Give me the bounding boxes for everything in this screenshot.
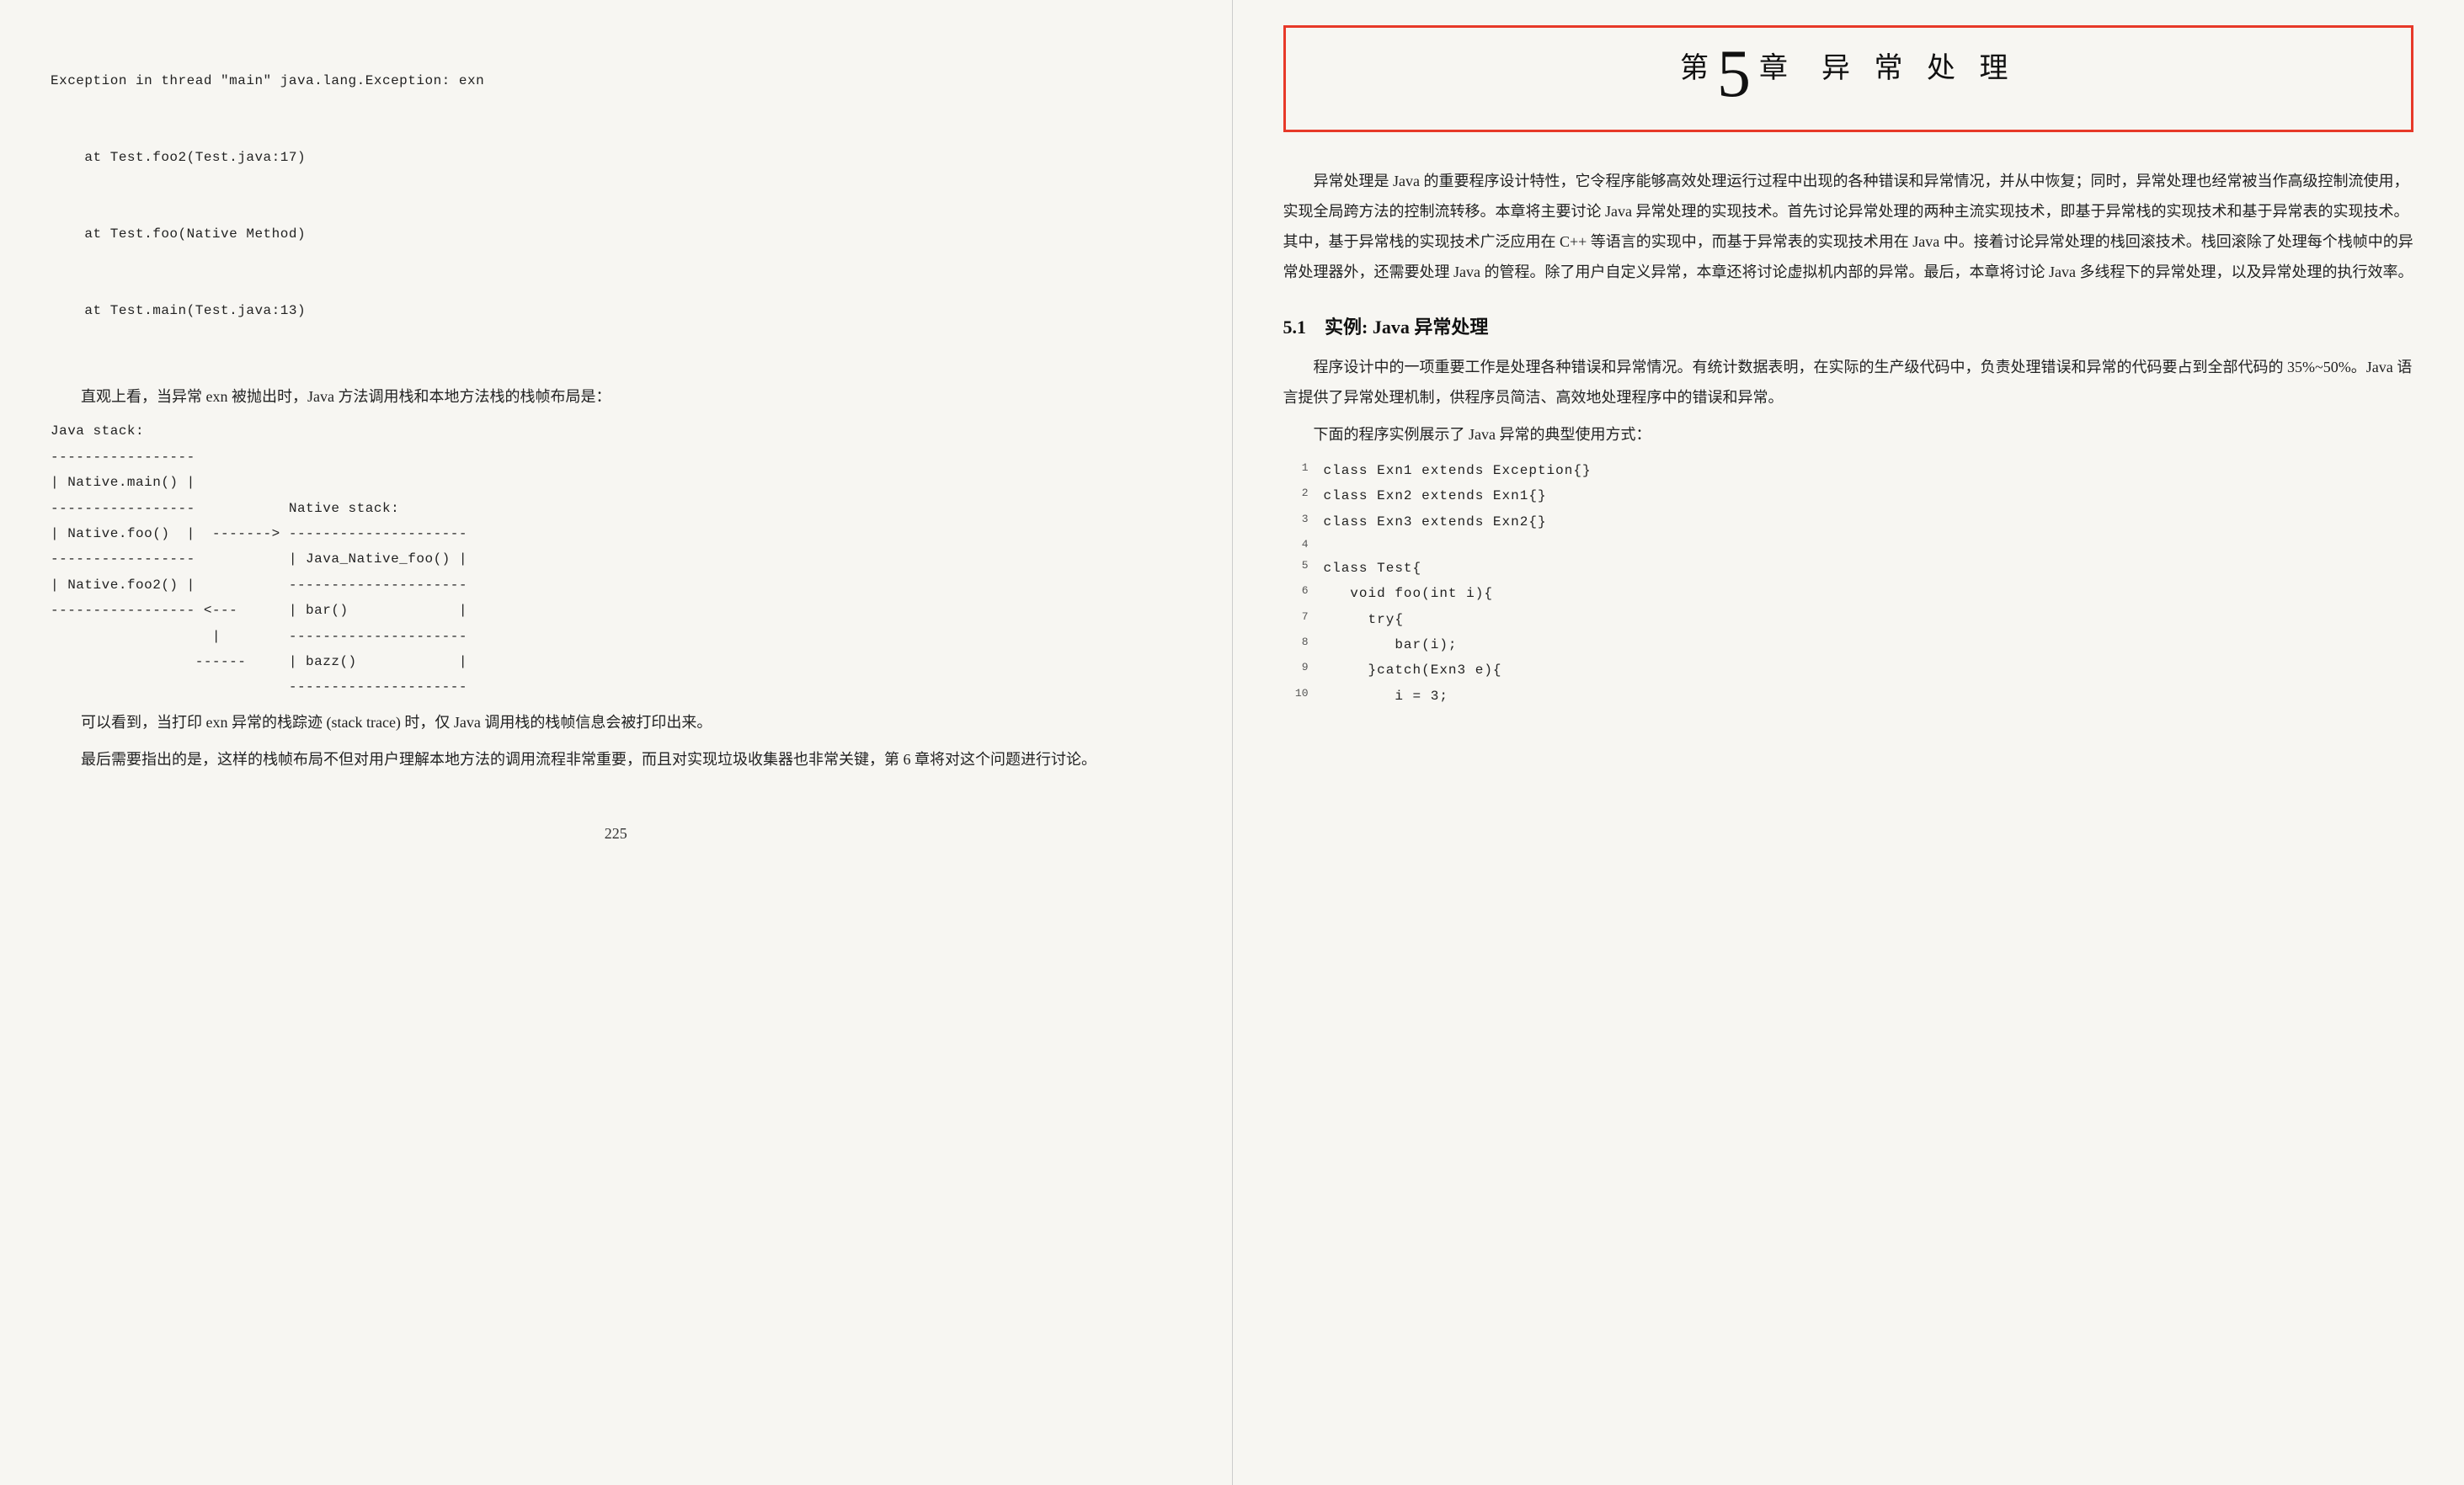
- book-spread: Exception in thread "main" java.lang.Exc…: [0, 0, 2464, 1485]
- code-line: 9 }catch(Exn3 e){: [1283, 657, 2414, 683]
- chapter-heading-box: 第 5 章 异 常 处 理: [1283, 25, 2414, 132]
- code-line: 2class Exn2 extends Exn1{}: [1283, 483, 2414, 508]
- code-line: 6 void foo(int i){: [1283, 581, 2414, 606]
- page-number: 225: [51, 825, 1181, 843]
- right-page: 第 5 章 异 常 处 理 异常处理是 Java 的重要程序设计特性，它令程序能…: [1233, 0, 2464, 1485]
- trace-line: at Test.main(Test.java:13): [51, 298, 1181, 323]
- section-heading: 5.1 实例: Java 异常处理: [1283, 312, 2414, 339]
- chapter-title: 异 常 处 理: [1821, 53, 2017, 84]
- intro-paragraph: 异常处理是 Java 的重要程序设计特性，它令程序能够高效处理运行过程中出现的各…: [1283, 166, 2414, 287]
- chapter-suffix: 章: [1759, 53, 1793, 84]
- paragraph: 可以看到，当打印 exn 异常的栈踪迹 (stack trace) 时，仅 Ja…: [51, 707, 1181, 737]
- code-line: 4: [1283, 535, 2414, 556]
- paragraph: 程序设计中的一项重要工作是处理各种错误和异常情况。有统计数据表明，在实际的生产级…: [1283, 352, 2414, 412]
- paragraph: 最后需要指出的是，这样的栈帧布局不但对用户理解本地方法的调用流程非常重要，而且对…: [51, 744, 1181, 774]
- code-line: 10 i = 3;: [1283, 684, 2414, 709]
- paragraph: 下面的程序实例展示了 Java 异常的典型使用方式：: [1283, 419, 2414, 450]
- chapter-number: 5: [1717, 37, 1756, 111]
- code-line: 7 try{: [1283, 607, 2414, 632]
- code-line: 5class Test{: [1283, 556, 2414, 581]
- trace-line: at Test.foo2(Test.java:17): [51, 145, 1181, 170]
- code-line: 1class Exn1 extends Exception{}: [1283, 458, 2414, 483]
- paragraph: 直观上看，当异常 exn 被抛出时，Java 方法调用栈和本地方法栈的栈帧布局是…: [51, 381, 1181, 412]
- trace-line: Exception in thread "main" java.lang.Exc…: [51, 68, 1181, 93]
- code-line: 8 bar(i);: [1283, 632, 2414, 657]
- trace-line: at Test.foo(Native Method): [51, 221, 1181, 247]
- exception-trace: Exception in thread "main" java.lang.Exc…: [51, 17, 1181, 375]
- chapter-prefix: 第: [1680, 53, 1714, 84]
- left-page: Exception in thread "main" java.lang.Exc…: [0, 0, 1233, 1485]
- stack-diagram: Java stack: ----------------- | Native.m…: [51, 418, 1181, 700]
- code-line: 3class Exn3 extends Exn2{}: [1283, 509, 2414, 535]
- code-listing: 1class Exn1 extends Exception{} 2class E…: [1283, 458, 2414, 709]
